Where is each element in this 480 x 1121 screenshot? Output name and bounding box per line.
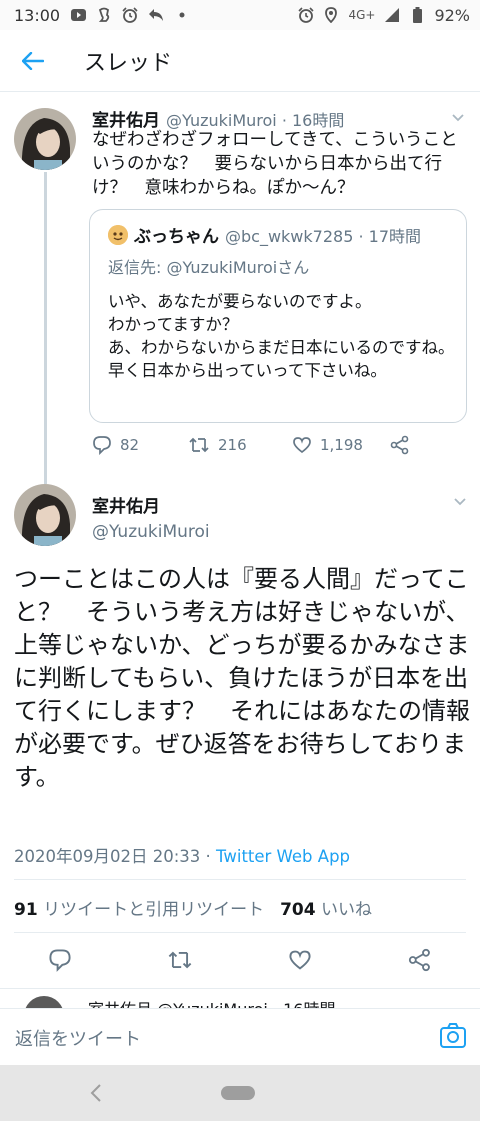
reply-count: 82 (120, 436, 140, 454)
next-tweet-peek-text: 室井佑月 @YuzukiMuroi · 16時間 (88, 1000, 335, 1008)
retweet-count: 91 (14, 900, 38, 920)
reply-to-suffix: さん (277, 258, 310, 277)
thread-connector-line (44, 172, 47, 484)
quoted-avatar (108, 224, 128, 245)
like-label: いいね (315, 900, 372, 920)
chevron-down-icon[interactable] (450, 110, 466, 126)
quoted-handle-time: @bc_wkwk7285 · 17時間 (225, 226, 421, 246)
parent-tweet-actions: 82 216 1,198 (92, 435, 422, 455)
notification-icon (96, 7, 112, 23)
reply-bubble-icon (49, 949, 71, 972)
system-nav-bar (0, 1065, 480, 1121)
quoted-display-name: ぶっちゃん (134, 227, 219, 247)
display-name[interactable]: 室井佑月 (92, 492, 160, 517)
share-button[interactable] (390, 435, 410, 455)
handle[interactable]: @YuzukiMuroi (92, 522, 210, 542)
youtube-icon (70, 7, 86, 23)
divider (0, 988, 480, 989)
tweet-stats[interactable]: 91 リツイートと引用リツイート 704 いいね (14, 895, 372, 920)
reply-button[interactable]: 82 (92, 435, 188, 455)
like-count: 704 (280, 900, 316, 920)
share-icon (390, 435, 409, 455)
timestamp: 2020年09月02日 20:33 · (14, 847, 217, 866)
like-button[interactable]: 1,198 (292, 436, 390, 454)
share-button[interactable] (407, 947, 433, 973)
retweet-icon (168, 951, 192, 969)
avatar[interactable] (14, 484, 76, 546)
chevron-down-icon[interactable] (452, 494, 468, 510)
alarm-icon (122, 7, 138, 23)
back-button[interactable] (16, 44, 50, 78)
location-icon (323, 7, 339, 23)
heart-icon (289, 950, 311, 970)
page-title: スレッド (84, 50, 173, 76)
battery-percent: 92% (434, 5, 470, 25)
nav-home-pill[interactable] (221, 1086, 255, 1100)
quoted-tweet-text: いや、あなたが要らないのですよ。 わかってますか？ あ、わからないからまだ日本に… (108, 292, 455, 380)
dot-icon (174, 7, 190, 23)
arrow-left-icon (22, 51, 44, 70)
nav-back-icon[interactable] (86, 1081, 108, 1105)
signal-icon (384, 7, 400, 23)
network-type: 4G+ (348, 8, 376, 22)
avatar[interactable] (14, 108, 76, 170)
battery-icon (409, 7, 425, 23)
share-icon (408, 948, 430, 972)
reply-input[interactable]: 返信をツイート (15, 1025, 141, 1051)
app-bar: スレッド (0, 30, 480, 92)
like-count: 1,198 (320, 436, 363, 454)
retweet-count: 216 (218, 436, 247, 454)
divider (14, 932, 466, 933)
quoted-tweet-card[interactable]: ぶっちゃん @bc_wkwk7285 · 17時間 返信先: @YuzukiMu… (89, 209, 467, 423)
retweet-label: リツイートと引用リツイート (37, 900, 265, 920)
reply-to-mention[interactable]: @YuzukiMuroi (166, 258, 277, 277)
heart-icon (293, 437, 311, 454)
retweet-icon (189, 437, 209, 453)
status-time: 13:00 (14, 5, 61, 25)
avatar (24, 996, 64, 1008)
alarm-icon (298, 7, 315, 23)
reply-to-prefix: 返信先: (108, 258, 167, 277)
tweet-timestamp: 2020年09月02日 20:33 · Twitter Web App (14, 843, 350, 867)
parent-tweet-text: なぜわざわざフォローしてきて、こういうこというのかな？ 要らないから日本から出て… (92, 130, 458, 198)
main-tweet-text: つーことはこの人は『要る人間』だってこと？ そういう考え方は好きじゃないが、上等… (14, 565, 470, 791)
camera-icon[interactable] (439, 1022, 467, 1050)
reply-to: 返信先: @YuzukiMuroiさん (108, 254, 309, 278)
reply-button[interactable] (47, 947, 73, 973)
main-tweet-actions (0, 945, 480, 975)
reply-composer[interactable]: 返信をツイート (0, 1008, 480, 1065)
status-bar: 13:00 4G+ 92% (0, 0, 480, 30)
reply-icon (148, 7, 164, 23)
retweet-button[interactable] (167, 947, 193, 973)
like-button[interactable] (287, 947, 313, 973)
client-link[interactable]: Twitter Web App (216, 847, 350, 866)
reply-bubble-icon (93, 436, 111, 455)
retweet-button[interactable]: 216 (188, 436, 292, 454)
divider (14, 879, 466, 880)
next-tweet-peek: 室井佑月 @YuzukiMuroi · 16時間 (24, 996, 384, 1008)
